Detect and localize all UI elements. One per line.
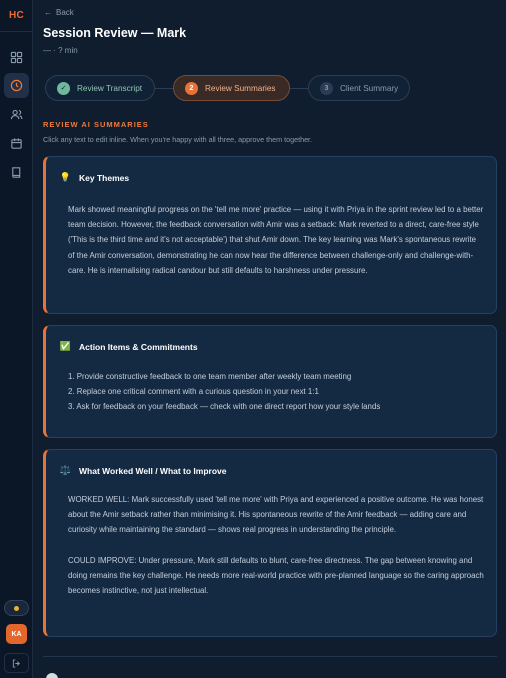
card-title: Action Items & Commitments [79, 341, 198, 352]
section-heading: REVIEW AI SUMMARIES [43, 120, 149, 129]
book-icon [12, 167, 21, 178]
section-hint: Click any text to edit inline. When you'… [43, 135, 313, 144]
back-link[interactable]: ← Back [44, 8, 74, 17]
progress-stepper: ✓ Review Transcript 2 Review Summaries 3… [43, 75, 413, 102]
action-item[interactable]: 2. Replace one critical comment with a c… [68, 384, 484, 399]
status-indicator[interactable] [4, 600, 29, 616]
check-icon: ✓ [57, 81, 70, 95]
step-number: 3 [320, 81, 333, 95]
step-number: 2 [185, 81, 198, 95]
divider [0, 31, 33, 32]
step-client-summary[interactable]: 3 Client Summary [308, 75, 410, 101]
card-paragraph[interactable]: Mark showed meaningful progress on the '… [68, 202, 484, 278]
summary-card-key-themes: 💡 Key Themes Mark showed meaningful prog… [43, 156, 497, 314]
editable-text[interactable]: Mark showed meaningful progress on the '… [68, 202, 484, 278]
grid-icon [10, 51, 23, 64]
summary-card-action-items: ✅ Action Items & Commitments 1. Provide … [43, 325, 497, 438]
step-label: Client Summary [340, 83, 399, 93]
step-review-summaries[interactable]: 2 Review Summaries [173, 75, 290, 101]
lightbulb-icon: 💡 [59, 172, 72, 182]
clock-icon [10, 79, 23, 92]
partial-element [46, 673, 58, 678]
library-nav-button[interactable] [4, 160, 29, 185]
status-dot [14, 605, 19, 611]
page-title: Session Review — Mark [43, 26, 187, 40]
dashboard-nav-button[interactable] [4, 45, 29, 70]
editable-text[interactable]: WORKED WELL: Mark successfully used 'tel… [68, 492, 484, 598]
action-item[interactable]: 1. Provide constructive feedback to one … [68, 369, 484, 384]
session-meta: — · ? min [43, 46, 78, 55]
card-header: 💡 Key Themes [60, 172, 129, 183]
user-avatar[interactable]: KA [6, 624, 27, 644]
arrow-left-icon: ← [44, 8, 52, 17]
card-header: ⚖️ What Worked Well / What to Improve [60, 465, 227, 476]
card-header: ✅ Action Items & Commitments [60, 341, 198, 352]
card-title: What Worked Well / What to Improve [79, 465, 227, 476]
step-connector [155, 88, 173, 89]
calendar-nav-button[interactable] [4, 131, 29, 156]
divider [43, 656, 497, 657]
step-review-transcript[interactable]: ✓ Review Transcript [45, 75, 155, 101]
users-icon [10, 109, 23, 120]
card-paragraph[interactable]: WORKED WELL: Mark successfully used 'tel… [68, 492, 484, 538]
back-label: Back [56, 8, 74, 17]
app-logo[interactable]: HC [0, 10, 33, 21]
scales-icon: ⚖️ [59, 465, 72, 475]
card-paragraph[interactable]: COULD IMPROVE: Under pressure, Mark stil… [68, 553, 484, 599]
calendar-icon [11, 138, 22, 149]
summary-card-worked-well: ⚖️ What Worked Well / What to Improve WO… [43, 449, 497, 637]
logout-button[interactable] [4, 653, 29, 673]
clients-nav-button[interactable] [4, 102, 29, 127]
step-label: Review Summaries [205, 83, 276, 93]
logout-icon [12, 658, 20, 668]
sidebar: HC KA [0, 0, 33, 678]
checkbox-icon: ✅ [59, 341, 72, 351]
main-content: ← Back Session Review — Mark — · ? min ✓… [33, 0, 506, 678]
card-title: Key Themes [79, 172, 130, 183]
action-item[interactable]: 3. Ask for feedback on your feedback — c… [68, 399, 484, 414]
step-connector [290, 88, 308, 89]
editable-text[interactable]: 1. Provide constructive feedback to one … [68, 369, 484, 415]
step-label: Review Transcript [77, 83, 143, 93]
sessions-nav-button[interactable] [4, 73, 29, 98]
